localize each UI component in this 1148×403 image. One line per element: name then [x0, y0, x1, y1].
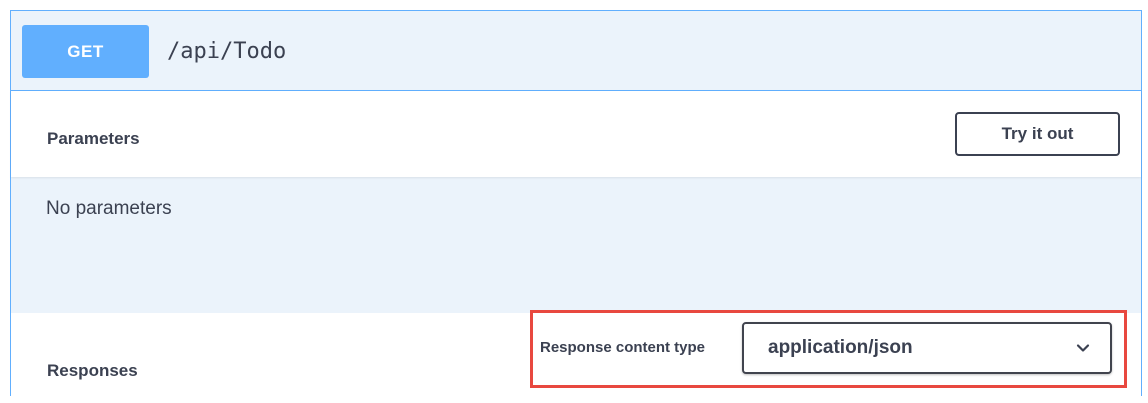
- method-badge: GET: [22, 25, 149, 78]
- response-content-type-value: application/json: [768, 337, 913, 358]
- response-content-type-select[interactable]: application/json: [742, 322, 1112, 374]
- responses-title: Responses: [47, 361, 138, 380]
- response-content-type-label: Response content type: [540, 339, 706, 356]
- no-parameters-text: No parameters: [46, 198, 172, 219]
- try-it-out-button[interactable]: Try it out: [955, 112, 1120, 156]
- parameters-header: Parameters Try it out: [11, 91, 1141, 177]
- operation-summary[interactable]: GET /api/Todo: [11, 11, 1141, 91]
- parameters-title: Parameters: [47, 129, 140, 148]
- operation-path: /api/Todo: [167, 39, 287, 64]
- chevron-down-icon: [1076, 344, 1090, 352]
